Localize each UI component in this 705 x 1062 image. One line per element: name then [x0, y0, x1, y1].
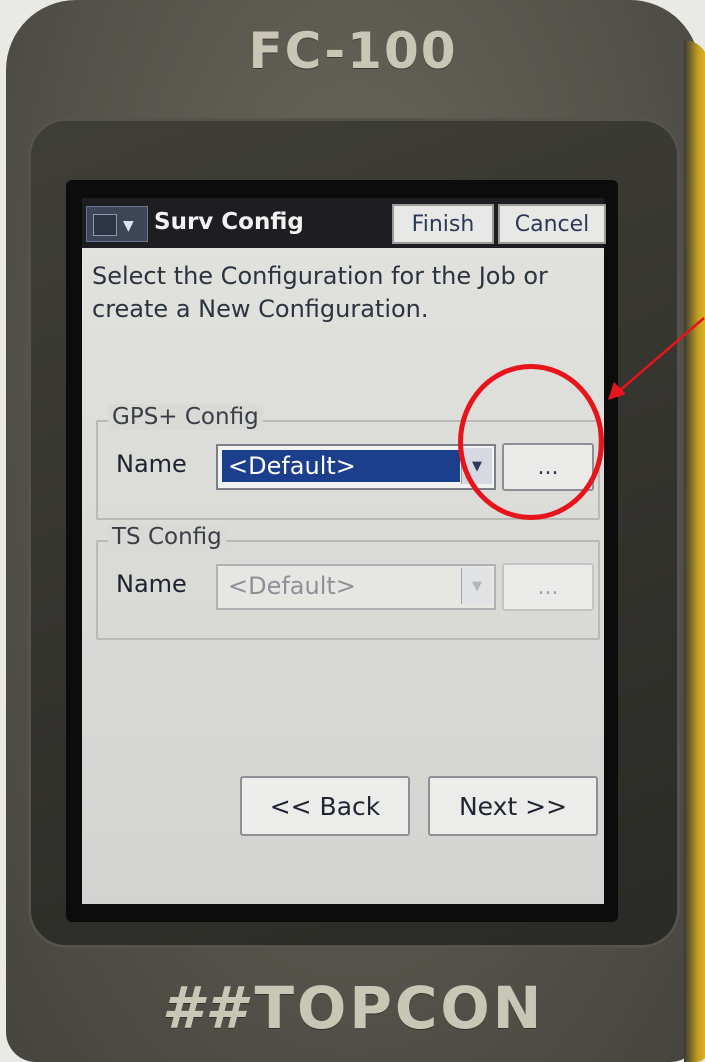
annotation-highlight-circle	[458, 364, 604, 520]
chevron-down-icon[interactable]: ▼	[461, 568, 492, 604]
finish-button[interactable]: Finish	[392, 204, 494, 244]
ts-name-label: Name	[116, 570, 187, 598]
chevron-down-icon: ▼	[123, 218, 134, 234]
instructions-text: Select the Configuration for the Job or …	[92, 262, 548, 323]
ts-config-browse-button[interactable]: ...	[502, 563, 594, 611]
ts-config-value: <Default>	[228, 572, 356, 600]
back-button[interactable]: << Back	[240, 776, 410, 836]
cancel-button[interactable]: Cancel	[498, 204, 606, 244]
brand-logo: ## TOPCON	[6, 974, 700, 1042]
gps-config-value: <Default>	[222, 450, 460, 482]
menu-dropdown-icon	[93, 214, 117, 236]
device-edge	[684, 40, 705, 1062]
gps-config-label: GPS+ Config	[108, 404, 263, 430]
ts-config-group: TS Config Name <Default> ▼ ...	[96, 524, 600, 640]
annotation-arrow-icon	[608, 317, 705, 400]
screen: ▼ Surv Config Finish Cancel Select the C…	[66, 180, 618, 922]
device-body: FC-100 ▼ Surv Config Finish Cancel Selec…	[6, 0, 705, 1062]
device-model-label: FC-100	[248, 22, 458, 80]
ts-config-label: TS Config	[108, 524, 226, 550]
screen-title: Surv Config	[154, 209, 304, 235]
next-button[interactable]: Next >>	[428, 776, 598, 836]
menu-dropdown-button[interactable]: ▼	[86, 206, 148, 242]
topcon-logo-icon: ##	[161, 974, 249, 1042]
display-area: ▼ Surv Config Finish Cancel Select the C…	[82, 198, 606, 904]
gps-config-select[interactable]: <Default> ▼	[216, 444, 496, 490]
brand-name: TOPCON	[254, 974, 545, 1042]
title-bar: ▼ Surv Config Finish Cancel	[82, 198, 606, 248]
gps-name-label: Name	[116, 450, 187, 478]
ts-config-select[interactable]: <Default> ▼	[216, 564, 496, 610]
